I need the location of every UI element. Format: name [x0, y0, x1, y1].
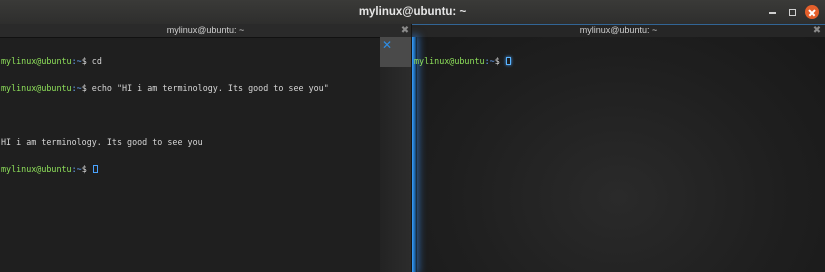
prompt-path: :~: [71, 56, 82, 66]
terminal-output-right[interactable]: mylinux@ubuntu:~$: [414, 39, 511, 84]
terminal-line: mylinux@ubuntu:~$ echo "HI i am terminol…: [1, 84, 329, 93]
command-text: [87, 164, 92, 174]
command-text: cd: [86, 56, 102, 66]
terminal-pane-left[interactable]: mylinux@ubuntu: ~ ✖ ✕ mylinux@ubuntu:~$ …: [0, 24, 412, 272]
prompt-user: mylinux@ubuntu: [1, 56, 72, 66]
terminal-line: mylinux@ubuntu:~$: [414, 57, 511, 66]
focus-glow-top: [412, 24, 825, 25]
window-titlebar[interactable]: mylinux@ubuntu: ~: [0, 0, 825, 25]
command-text: echo "HI i am terminology. Its good to s…: [86, 83, 329, 93]
prompt-path: :~: [484, 56, 495, 66]
cursor-icon: [92, 165, 98, 173]
prompt-path: :~: [71, 164, 82, 174]
terminal-line: mylinux@ubuntu:~$ cd: [1, 57, 329, 66]
pane-close-icon-right[interactable]: ✖: [811, 24, 823, 37]
terminal-line: HI i am terminology. Its good to see you: [1, 138, 329, 147]
prompt-path: :~: [71, 83, 82, 93]
terminal-line: mylinux@ubuntu:~$: [1, 165, 329, 174]
maximize-icon[interactable]: [786, 6, 798, 18]
pane-close-icon-left[interactable]: ✖: [399, 24, 411, 37]
window-title: mylinux@ubuntu: ~: [358, 6, 467, 18]
close-window-icon[interactable]: [805, 5, 819, 19]
output-text: HI i am terminology. Its good to see you: [1, 137, 203, 147]
pane-title-left: mylinux@ubuntu: ~: [0, 24, 411, 38]
terminal-output-left[interactable]: mylinux@ubuntu:~$ cd mylinux@ubuntu:~$ e…: [1, 39, 329, 192]
pane-title-right: mylinux@ubuntu: ~: [412, 24, 825, 37]
command-text: [500, 56, 505, 66]
prompt-user: mylinux@ubuntu: [414, 56, 485, 66]
terminal-pane-right[interactable]: mylinux@ubuntu: ~ ✖ mylinux@ubuntu:~$: [412, 24, 825, 272]
cursor-icon: [505, 57, 511, 65]
tab-close-icon[interactable]: ✕: [381, 39, 393, 51]
prompt-user: mylinux@ubuntu: [1, 164, 72, 174]
minimize-icon[interactable]: [767, 6, 779, 18]
pane-gutter: [380, 67, 411, 272]
prompt-user: mylinux@ubuntu: [1, 83, 72, 93]
